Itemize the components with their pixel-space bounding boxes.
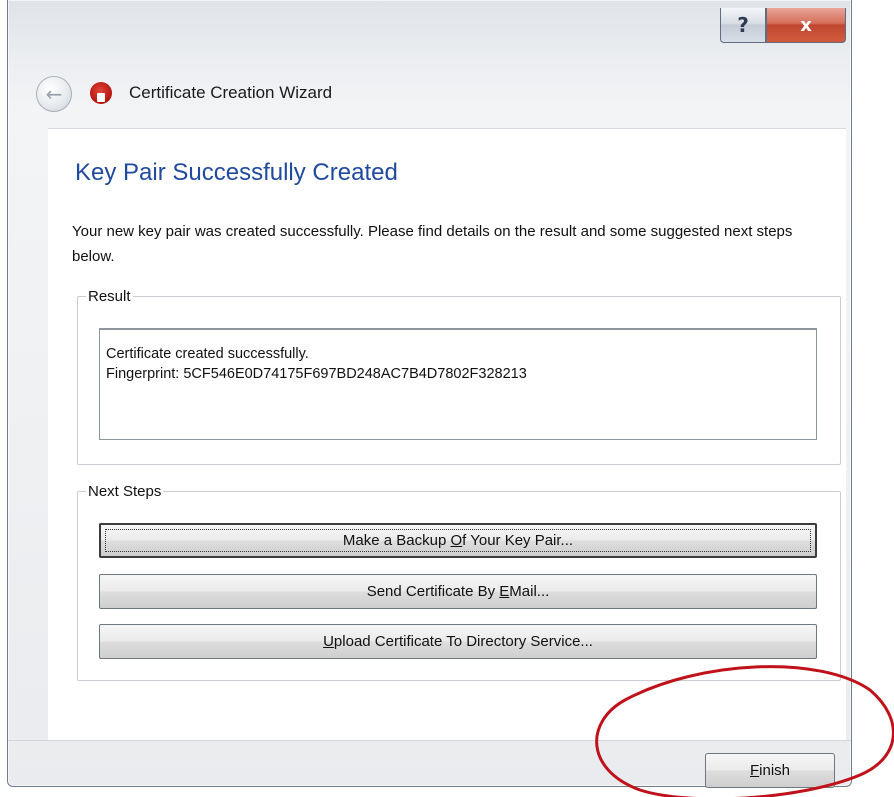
window-title: Certificate Creation Wizard xyxy=(129,83,333,102)
make-backup-button[interactable]: Make a Backup Of Your Key Pair... xyxy=(99,523,817,558)
page-heading: Key Pair Successfully Created xyxy=(75,159,398,186)
upload-certificate-button[interactable]: Upload Certificate To Directory Service.… xyxy=(99,624,817,659)
finish-label: Finish xyxy=(749,762,791,779)
back-button[interactable]: ← xyxy=(36,76,72,112)
page-description: Your new key pair was created successful… xyxy=(72,223,793,265)
result-fingerprint: Fingerprint: 5CF546E0D74175F697BD248AC7B… xyxy=(106,366,527,382)
send-certificate-email-button[interactable]: Send Certificate By EMail... xyxy=(99,574,817,609)
certificate-app-icon xyxy=(90,82,112,104)
upload-certificate-label: Upload Certificate To Directory Service.… xyxy=(323,633,593,650)
wizard-window: ? x ← Certificate Creation Wizard Key Pa… xyxy=(7,0,852,788)
next-steps-legend: Next Steps xyxy=(88,483,162,500)
make-backup-label: Make a Backup Of Your Key Pair... xyxy=(342,532,574,549)
question-mark-icon: ? xyxy=(737,13,749,37)
back-arrow-icon: ← xyxy=(45,82,63,106)
footer-separator xyxy=(8,740,851,741)
result-message: Certificate created successfully. xyxy=(106,346,309,362)
finish-button[interactable]: Finish xyxy=(705,753,835,788)
result-text-area[interactable]: Certificate created successfully. Finger… xyxy=(99,328,817,440)
result-legend: Result xyxy=(88,288,131,305)
close-icon: x xyxy=(800,14,812,36)
send-email-label: Send Certificate By EMail... xyxy=(366,583,550,600)
help-button[interactable]: ? xyxy=(720,8,766,43)
wizard-content-panel: Key Pair Successfully Created Your new k… xyxy=(48,128,846,741)
close-button[interactable]: x xyxy=(766,8,846,43)
